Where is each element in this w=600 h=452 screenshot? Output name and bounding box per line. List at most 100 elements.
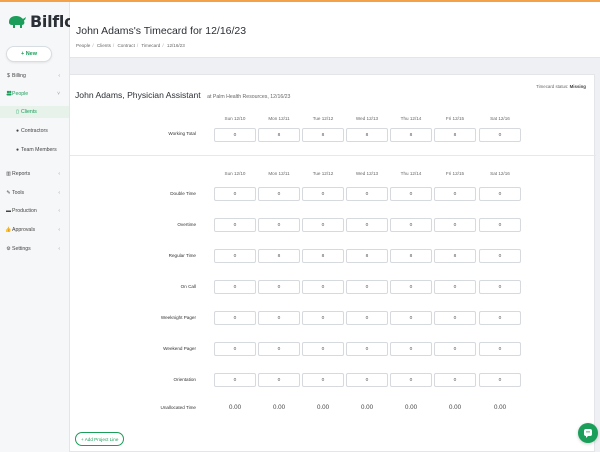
chevron-left-icon: ‹ bbox=[58, 171, 60, 177]
hours-input[interactable]: 0 bbox=[302, 342, 344, 356]
working-total-cell[interactable]: 0 bbox=[479, 128, 521, 142]
breadcrumb-timecard[interactable]: Timecard bbox=[141, 43, 160, 48]
breadcrumb-clients[interactable]: Clients bbox=[97, 43, 111, 48]
breadcrumb-people[interactable]: People bbox=[76, 43, 90, 48]
person-icon: ● bbox=[15, 128, 20, 134]
day-header: Wed 12/13 bbox=[355, 171, 379, 176]
hours-input[interactable]: 8 bbox=[302, 249, 344, 263]
hours-input[interactable]: 0 bbox=[434, 218, 476, 232]
hours-input[interactable]: 0 bbox=[434, 280, 476, 294]
wrench-icon: ✎ bbox=[6, 190, 11, 196]
hours-input[interactable]: 0 bbox=[479, 311, 521, 325]
day-header: Thu 12/14 bbox=[400, 171, 422, 176]
hours-input[interactable]: 0 bbox=[479, 373, 521, 387]
hours-input[interactable]: 0 bbox=[302, 373, 344, 387]
hours-input[interactable]: 0 bbox=[302, 187, 344, 201]
hours-input[interactable]: 0 bbox=[479, 342, 521, 356]
hours-input[interactable]: 0 bbox=[214, 187, 256, 201]
hours-input[interactable]: 0 bbox=[214, 280, 256, 294]
hours-input[interactable]: 0 bbox=[479, 187, 521, 201]
hours-input[interactable]: 0 bbox=[214, 249, 256, 263]
unallocated-time-value: 0.00 bbox=[493, 404, 507, 411]
timecard-panel: John Adams, Physician Assistant at Palm … bbox=[69, 74, 596, 452]
breadcrumb-contract[interactable]: Contract bbox=[117, 43, 134, 48]
hours-input[interactable]: 0 bbox=[214, 311, 256, 325]
print-icon: ▬ bbox=[6, 208, 11, 214]
gear-icon: ⚙ bbox=[6, 246, 11, 252]
sidebar-item-label: Contractors bbox=[21, 128, 48, 134]
sidebar-item-label: Billing bbox=[12, 73, 26, 79]
working-total-cell[interactable]: 8 bbox=[390, 128, 432, 142]
sidebar-item-reports[interactable]: ▥ Reports ‹ bbox=[0, 168, 70, 180]
hours-input[interactable]: 0 bbox=[258, 187, 300, 201]
hours-input[interactable]: 0 bbox=[434, 373, 476, 387]
working-total-cell[interactable]: 0 bbox=[214, 128, 256, 142]
day-header: Sat 12/16 bbox=[490, 116, 510, 121]
sidebar-item-label: Production bbox=[12, 208, 37, 214]
hours-input[interactable]: 0 bbox=[346, 311, 388, 325]
sidebar-item-team-members[interactable]: ● Team Members bbox=[0, 144, 70, 156]
breadcrumb-separator: / bbox=[162, 43, 164, 48]
hours-input[interactable]: 0 bbox=[258, 311, 300, 325]
hours-input[interactable]: 0 bbox=[390, 280, 432, 294]
sidebar-item-billing[interactable]: $ Billing ‹ bbox=[0, 70, 70, 82]
worker-name: John Adams, Physician Assistant bbox=[75, 90, 201, 100]
hours-input[interactable]: 0 bbox=[479, 249, 521, 263]
hours-input[interactable]: 0 bbox=[258, 342, 300, 356]
sidebar-item-people[interactable]: People ˅ bbox=[0, 88, 70, 100]
section-divider bbox=[70, 155, 596, 156]
new-button[interactable]: + New bbox=[6, 46, 52, 62]
hours-input[interactable]: 0 bbox=[390, 187, 432, 201]
day-header: Fri 12/15 bbox=[445, 171, 465, 176]
thumbs-up-icon: 👍 bbox=[5, 227, 12, 233]
sidebar-item-approvals[interactable]: 👍 Approvals ‹ bbox=[0, 224, 70, 236]
breadcrumb-separator: / bbox=[136, 43, 139, 48]
sidebar-item-tools[interactable]: ✎ Tools ‹ bbox=[0, 187, 70, 199]
sidebar-item-settings[interactable]: ⚙ Settings ‹ bbox=[0, 243, 70, 255]
hours-input[interactable]: 0 bbox=[346, 187, 388, 201]
sidebar-item-contractors[interactable]: ● Contractors bbox=[0, 125, 70, 137]
hours-input[interactable]: 0 bbox=[434, 342, 476, 356]
hours-input[interactable]: 0 bbox=[390, 342, 432, 356]
sidebar-item-clients[interactable]: ▯ Clients bbox=[0, 106, 70, 118]
logo[interactable]: Bilflo bbox=[7, 10, 75, 32]
hours-input[interactable]: 0 bbox=[302, 280, 344, 294]
hours-input[interactable]: 0 bbox=[346, 373, 388, 387]
working-total-cell[interactable]: 8 bbox=[302, 128, 344, 142]
hours-input[interactable]: 0 bbox=[346, 218, 388, 232]
hours-input[interactable]: 0 bbox=[434, 311, 476, 325]
hours-input[interactable]: 8 bbox=[346, 249, 388, 263]
working-total-cell[interactable]: 8 bbox=[434, 128, 476, 142]
hours-input[interactable]: 8 bbox=[258, 249, 300, 263]
breadcrumb: People / Clients / Contract / Timecard/ 12/… bbox=[76, 43, 185, 48]
unallocated-time-value: 0.00 bbox=[228, 404, 242, 411]
hours-input[interactable]: 0 bbox=[479, 218, 521, 232]
hours-input[interactable]: 0 bbox=[302, 311, 344, 325]
hours-input[interactable]: 0 bbox=[214, 373, 256, 387]
hours-input[interactable]: 0 bbox=[346, 280, 388, 294]
hours-input[interactable]: 8 bbox=[434, 249, 476, 263]
working-total-cell[interactable]: 8 bbox=[258, 128, 300, 142]
chat-button[interactable] bbox=[578, 423, 598, 443]
hours-input[interactable]: 0 bbox=[479, 280, 521, 294]
add-project-line-button[interactable]: + Add Project Line bbox=[75, 432, 125, 446]
sidebar-item-production[interactable]: ▬ Production ‹ bbox=[0, 205, 70, 217]
hours-input[interactable]: 0 bbox=[258, 280, 300, 294]
hours-input[interactable]: 0 bbox=[390, 373, 432, 387]
hours-input[interactable]: 0 bbox=[434, 187, 476, 201]
hours-input[interactable]: 0 bbox=[346, 342, 388, 356]
status-label: Timecard status: bbox=[536, 84, 569, 89]
hours-input[interactable]: 0 bbox=[390, 218, 432, 232]
hours-input[interactable]: 8 bbox=[390, 249, 432, 263]
hours-input[interactable]: 0 bbox=[258, 218, 300, 232]
hours-input[interactable]: 0 bbox=[214, 342, 256, 356]
working-total-cell[interactable]: 8 bbox=[346, 128, 388, 142]
hours-input[interactable]: 0 bbox=[258, 373, 300, 387]
hours-input[interactable]: 0 bbox=[390, 311, 432, 325]
day-header: Wed 12/13 bbox=[355, 116, 379, 121]
unallocated-time-value: 0.00 bbox=[316, 404, 330, 411]
chevron-left-icon: ‹ bbox=[58, 246, 60, 252]
hours-input[interactable]: 0 bbox=[214, 218, 256, 232]
hours-input[interactable]: 0 bbox=[302, 218, 344, 232]
unallocated-time-value: 0.00 bbox=[272, 404, 286, 411]
